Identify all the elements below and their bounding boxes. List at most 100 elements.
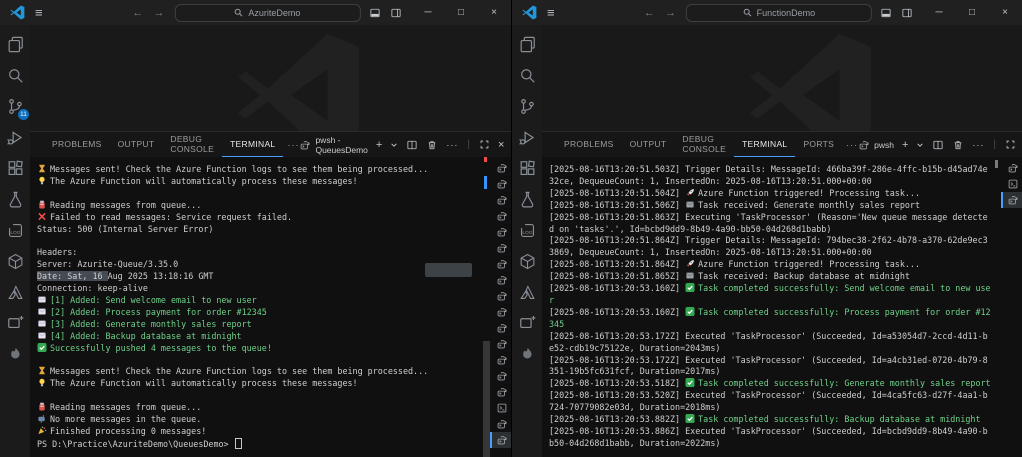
terminal-tab-item-task[interactable] — [490, 176, 511, 192]
terminal-tab-item-shell[interactable] — [490, 400, 511, 416]
forward-icon[interactable]: → — [665, 7, 676, 19]
panel-tabs: PROBLEMSOUTPUTDEBUG CONSOLETERMINALPORTS — [556, 132, 842, 157]
panel-tab-problems[interactable]: PROBLEMS — [556, 133, 622, 157]
panel-tab-terminal[interactable]: TERMINAL — [222, 133, 283, 157]
activity-flame-icon[interactable] — [4, 343, 26, 365]
close-small-icon[interactable]: × — [498, 139, 504, 151]
terminal-line: Server: Azurite-Queue/3.35.0 — [37, 259, 480, 271]
terminal-tab-item-task[interactable] — [490, 272, 511, 288]
activity-container-icon[interactable] — [4, 250, 26, 272]
command-center-search[interactable]: FunctionDemo — [686, 4, 872, 22]
toggle-panel-icon[interactable] — [369, 7, 381, 19]
panel-tab-ports[interactable]: PORTS — [795, 133, 842, 157]
timestamp: [2025-08-16T13:20:51.506Z] — [549, 200, 685, 210]
terminal-output[interactable]: Messages sent! Check the Azure Function … — [30, 157, 490, 457]
terminal-tab-item-task[interactable] — [490, 224, 511, 240]
terminal-tab-item-task[interactable] — [490, 368, 511, 384]
activity-explorer-icon[interactable] — [516, 33, 538, 55]
envelope-light-icon — [37, 319, 47, 328]
activity-testing-icon[interactable] — [516, 188, 538, 210]
activity-container-icon[interactable] — [516, 250, 538, 272]
terminal-tab-item-task[interactable] — [490, 336, 511, 352]
terminal-output[interactable]: [2025-08-16T13:20:51.503Z] Trigger Detai… — [542, 157, 1001, 457]
back-icon[interactable]: ← — [132, 7, 143, 19]
activity-flame-icon[interactable] — [516, 343, 538, 365]
toggle-panel-icon[interactable] — [880, 7, 892, 19]
expand-icon[interactable] — [1005, 139, 1016, 150]
panel-tab-output[interactable]: OUTPUT — [110, 133, 163, 157]
terminal-tab-item-task[interactable] — [490, 192, 511, 208]
panel-tab-debug-console[interactable]: DEBUG CONSOLE — [162, 133, 222, 157]
split-icon[interactable] — [932, 139, 944, 151]
terminal-tab-item-task[interactable] — [490, 352, 511, 368]
more-icon[interactable]: ··· — [972, 140, 984, 150]
menu-icon[interactable]: ≡ — [547, 5, 555, 20]
terminal-tab-item-task[interactable] — [490, 160, 511, 176]
trash-icon[interactable] — [952, 139, 964, 151]
activity-source-control-icon[interactable] — [516, 95, 538, 117]
terminal-tab-item-task[interactable] — [1001, 160, 1022, 176]
toggle-secondary-sidebar-icon[interactable] — [390, 7, 402, 19]
terminal-tab-item-task[interactable] — [490, 288, 511, 304]
plus-icon[interactable]: + — [376, 139, 382, 151]
command-center-search[interactable]: AzuriteDemo — [174, 4, 360, 22]
active-terminal-label[interactable]: pwsh - QueuesDemo — [299, 135, 367, 155]
terminal-tab-item-shell[interactable] — [1001, 176, 1022, 192]
window-title: AzuriteDemo — [248, 8, 300, 18]
activity-new-window-sparkle-icon[interactable] — [516, 312, 538, 334]
split-icon[interactable] — [406, 139, 418, 151]
expand-icon[interactable] — [479, 139, 490, 150]
back-icon[interactable]: ← — [644, 7, 655, 19]
activity-explorer-icon[interactable] — [4, 33, 26, 55]
panel-tab-debug-console[interactable]: DEBUG CONSOLE — [674, 133, 734, 157]
activity-output-log-icon[interactable]: LOG — [4, 219, 26, 241]
activity-source-control-icon[interactable]: 11 — [4, 95, 26, 117]
activity-testing-icon[interactable] — [4, 188, 26, 210]
terminal-tab-item-task[interactable] — [1001, 192, 1022, 208]
timestamp: [2025-08-16T13:20:53.160Z] — [549, 307, 685, 317]
terminal-tab-item-task[interactable] — [490, 240, 511, 256]
tabs-overflow-icon[interactable]: ··· — [846, 140, 858, 150]
panel-tab-problems[interactable]: PROBLEMS — [44, 133, 110, 157]
activity-extensions-icon[interactable] — [4, 157, 26, 179]
terminal-tab-item-task[interactable] — [490, 208, 511, 224]
trash-icon[interactable] — [426, 139, 438, 151]
tabs-overflow-icon[interactable]: ··· — [287, 140, 299, 150]
terminal-tab-item-task[interactable] — [490, 416, 511, 432]
activity-new-window-sparkle-icon[interactable] — [4, 312, 26, 334]
close-icon[interactable]: × — [998, 7, 1012, 18]
activity-extensions-icon[interactable] — [516, 157, 538, 179]
terminal-line: No more messages in the queue. — [37, 414, 480, 426]
activity-run-debug-icon[interactable] — [516, 126, 538, 148]
activity-search-icon[interactable] — [516, 64, 538, 86]
active-terminal-label[interactable]: pwsh — [858, 139, 894, 151]
terminal-line — [37, 355, 480, 367]
panel-tab-output[interactable]: OUTPUT — [622, 133, 675, 157]
plus-icon[interactable]: + — [902, 139, 908, 151]
activity-azure-icon[interactable] — [4, 281, 26, 303]
chevron-down-icon[interactable] — [390, 141, 398, 149]
close-icon[interactable]: × — [487, 7, 501, 18]
minimize-icon[interactable]: ─ — [932, 7, 946, 18]
line-text: Reading messages from queue... — [50, 200, 201, 210]
toggle-secondary-sidebar-icon[interactable] — [901, 7, 913, 19]
terminal-tab-item-task[interactable] — [490, 320, 511, 336]
terminal-tab-item-task[interactable] — [490, 304, 511, 320]
activity-search-icon[interactable] — [4, 64, 26, 86]
maximize-icon[interactable]: □ — [454, 7, 468, 18]
chevron-down-icon[interactable] — [916, 141, 924, 149]
terminal-tab-item-task[interactable] — [490, 432, 511, 448]
terminal-tab-item-task[interactable] — [490, 384, 511, 400]
more-icon[interactable]: ··· — [446, 140, 458, 150]
menu-icon[interactable]: ≡ — [35, 5, 43, 20]
line-text: Finished processing 0 messages! — [50, 426, 206, 436]
activity-run-debug-icon[interactable] — [4, 126, 26, 148]
forward-icon[interactable]: → — [153, 7, 164, 19]
terminal-line: [3] Added: Generate monthly sales report — [37, 319, 480, 331]
minimize-icon[interactable]: ─ — [421, 7, 435, 18]
terminal-tab-item-task[interactable] — [490, 256, 511, 272]
activity-azure-icon[interactable] — [516, 281, 538, 303]
activity-output-log-icon[interactable]: LOG — [516, 219, 538, 241]
maximize-icon[interactable]: □ — [965, 7, 979, 18]
panel-tab-terminal[interactable]: TERMINAL — [734, 133, 795, 157]
